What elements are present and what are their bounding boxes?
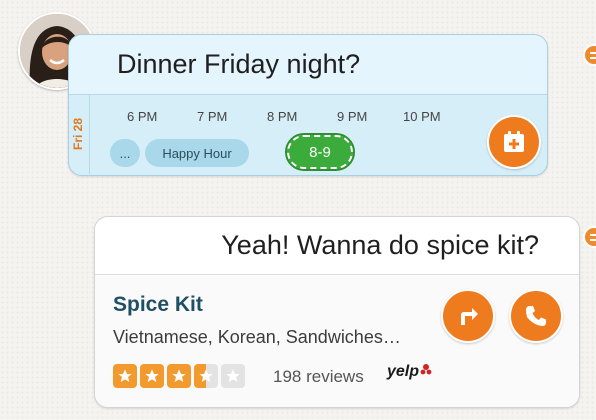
hour-label: 9 PM <box>337 109 368 124</box>
empty-star-icon <box>221 364 245 388</box>
place-name[interactable]: Spice Kit <box>113 293 203 317</box>
yelp-logo: yelp <box>387 363 432 381</box>
message-text: Dinner Friday night? <box>117 49 361 79</box>
hour-label: 6 PM <box>127 109 158 124</box>
calendar-event-happy-hour[interactable]: Happy Hour <box>145 139 249 167</box>
place-card[interactable]: Spice Kit Vietnamese, Korean, Sandwiches… <box>95 275 579 407</box>
chat-bubble-outgoing: Yeah! Wanna do spice kit? Spice Kit Viet… <box>94 216 580 408</box>
more-events-button[interactable]: ... <box>110 139 140 167</box>
review-count[interactable]: 198 reviews <box>273 367 364 387</box>
star-icon <box>167 364 191 388</box>
date-strip: Fri 28 <box>69 95 90 174</box>
call-button[interactable] <box>509 289 563 343</box>
star-rating <box>113 364 245 388</box>
hour-label: 7 PM <box>197 109 228 124</box>
message-header: Dinner Friday night? <box>69 35 547 95</box>
proposed-time-slot[interactable]: 8-9 <box>285 133 355 171</box>
directions-icon <box>461 308 478 325</box>
phone-icon <box>526 306 546 326</box>
message-menu-icon[interactable] <box>583 226 596 248</box>
message-menu-icon[interactable] <box>583 44 596 66</box>
star-icon <box>113 364 137 388</box>
star-icon <box>140 364 164 388</box>
half-star-icon <box>194 364 218 388</box>
date-label: Fri 28 <box>71 117 85 150</box>
chat-bubble-incoming: Dinner Friday night? Fri 28 6 PM 7 PM 8 … <box>68 34 548 176</box>
hour-label: 10 PM <box>403 109 441 124</box>
place-categories: Vietnamese, Korean, Sandwiches… <box>113 327 401 347</box>
add-to-calendar-button[interactable] <box>487 115 541 169</box>
message-text: Yeah! Wanna do spice kit? <box>221 230 539 260</box>
directions-button[interactable] <box>441 289 495 343</box>
hour-label: 8 PM <box>267 109 298 124</box>
calendar-timeline: Fri 28 6 PM 7 PM 8 PM 9 PM 10 PM ... Hap… <box>69 95 547 174</box>
calendar-add-icon <box>504 131 524 152</box>
message-header: Yeah! Wanna do spice kit? <box>95 217 579 275</box>
